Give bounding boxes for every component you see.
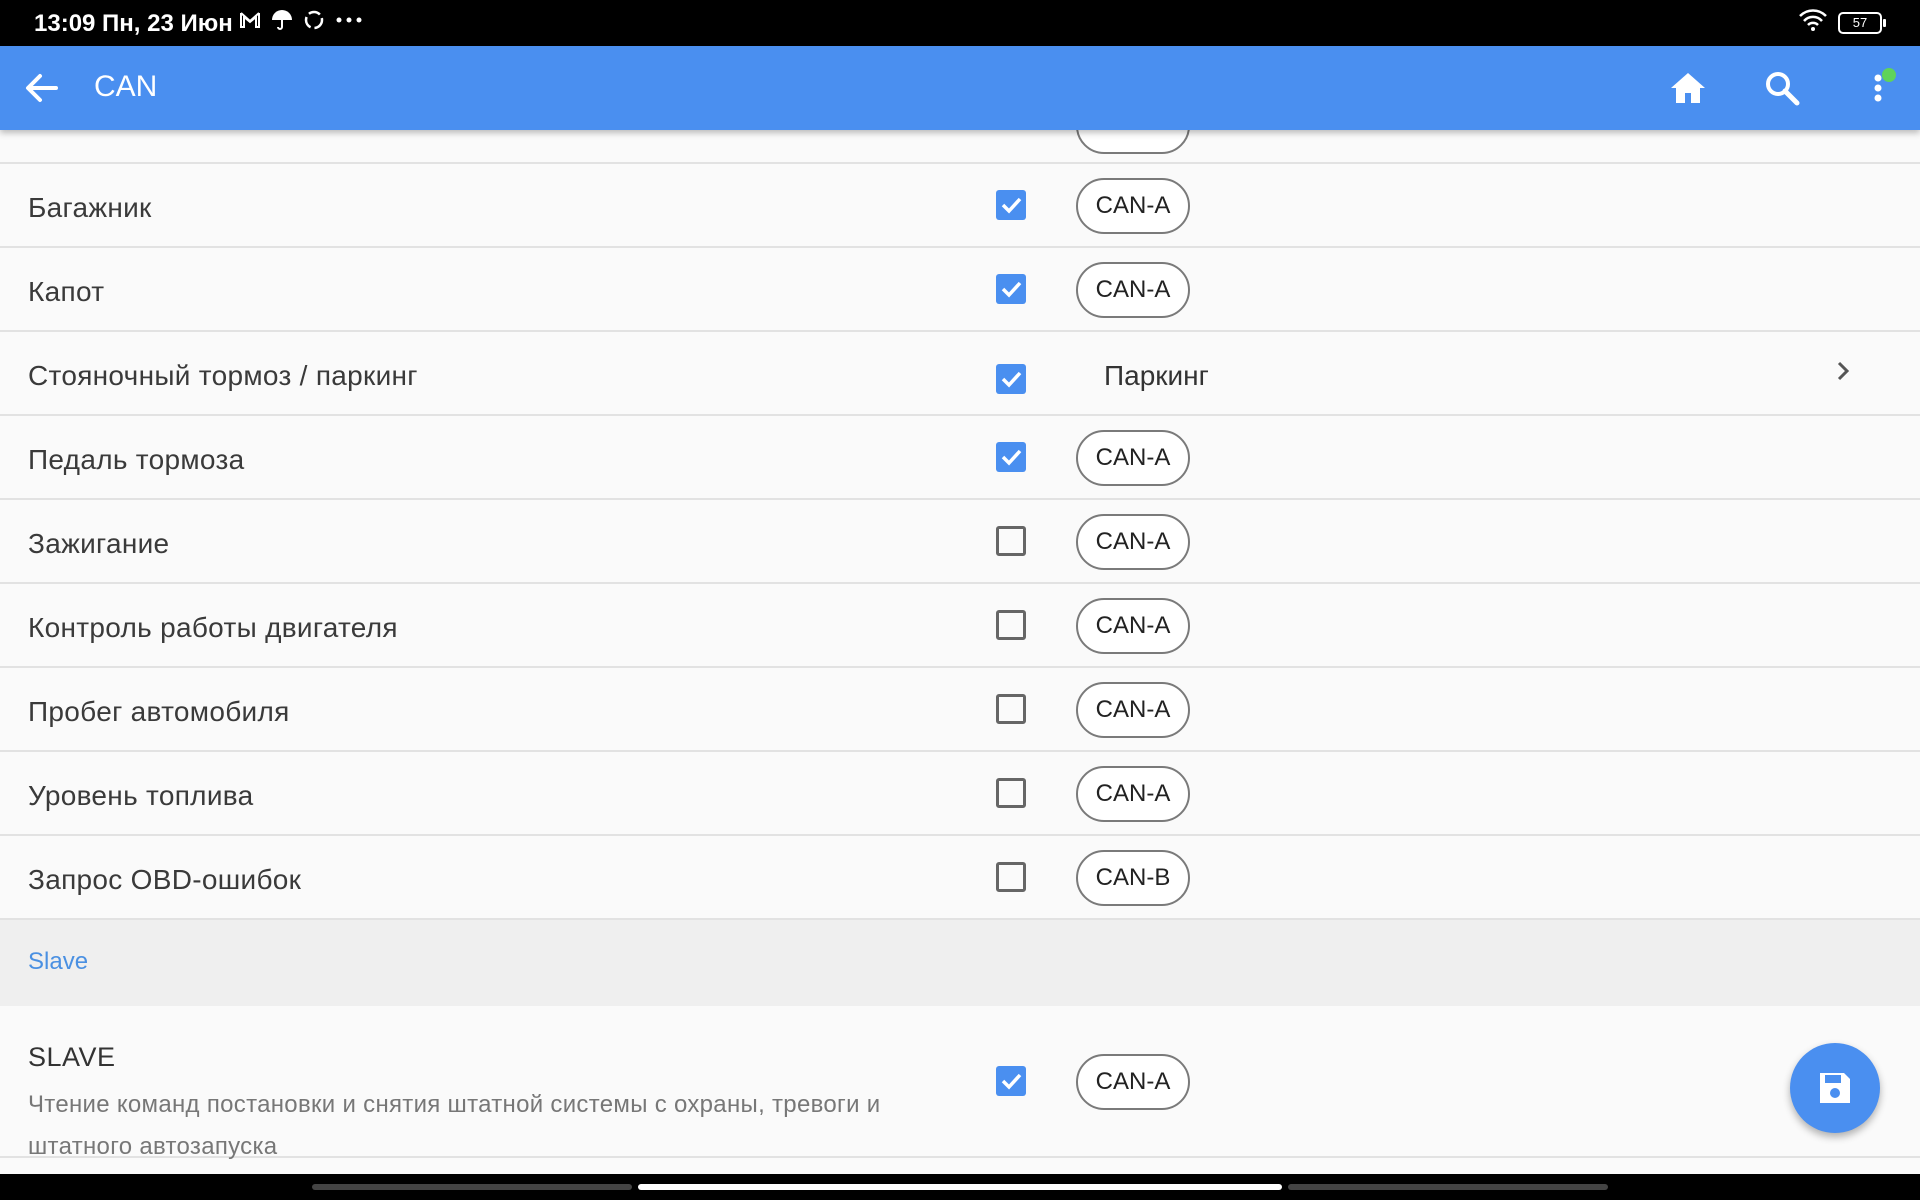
list-item-partial	[0, 130, 1920, 164]
status-icons	[238, 8, 364, 39]
parking-value: Паркинг	[1104, 360, 1209, 391]
item-label: Запрос OBD-ошибок	[28, 864, 302, 895]
slave-title: SLAVE	[28, 1042, 116, 1072]
item-label: Капот	[28, 276, 105, 307]
home-icon[interactable]	[1666, 66, 1710, 110]
item-checkbox[interactable]	[996, 778, 1026, 808]
system-nav-bar	[0, 1174, 1920, 1200]
can-chip[interactable]: CAN-A	[1076, 514, 1190, 570]
item-checkbox[interactable]	[996, 190, 1026, 220]
item-checkbox[interactable]	[996, 610, 1026, 640]
item-label: Стояночный тормоз / паркинг	[28, 360, 418, 391]
list-item[interactable]: Запрос OBD-ошибок CAN-B	[0, 836, 1920, 920]
item-checkbox[interactable]	[996, 526, 1026, 556]
list-item[interactable]: Стояночный тормоз / паркинг Паркинг	[0, 332, 1920, 416]
back-arrow-icon[interactable]	[20, 66, 64, 110]
save-button[interactable]	[1790, 1043, 1880, 1133]
page-title: CAN	[94, 70, 158, 103]
status-time: 13:09 Пн, 23 Июн	[34, 10, 233, 37]
can-chip[interactable]: CAN-A	[1076, 682, 1190, 738]
can-chip[interactable]: CAN-A	[1076, 598, 1190, 654]
list-item[interactable]: Педаль тормоза CAN-A	[0, 416, 1920, 500]
can-chip[interactable]: CAN-B	[1076, 850, 1190, 906]
slave-list-item[interactable]: SLAVE Чтение команд постановки и снятия …	[0, 1006, 1920, 1160]
status-bar: 13:09 Пн, 23 Июн 57	[0, 0, 1920, 46]
chevron-right-icon[interactable]	[1828, 356, 1858, 386]
wifi-icon	[1798, 8, 1828, 37]
can-chip[interactable]: CAN-A	[1076, 766, 1190, 822]
can-chip[interactable]: CAN-A	[1076, 178, 1190, 234]
can-chip[interactable]: CAN-A	[1076, 430, 1190, 486]
item-checkbox[interactable]	[996, 364, 1026, 394]
umbrella-icon	[270, 8, 294, 39]
can-chip[interactable]: CAN-A	[1076, 1054, 1190, 1110]
item-label: Контроль работы двигателя	[28, 612, 398, 643]
app-bar: CAN	[0, 46, 1920, 130]
list-item[interactable]: Уровень топлива CAN-A	[0, 752, 1920, 836]
list-item[interactable]: Багажник CAN-A	[0, 164, 1920, 248]
more-dots-icon	[334, 8, 364, 39]
item-checkbox[interactable]	[996, 862, 1026, 892]
notification-dot	[1882, 68, 1896, 82]
item-checkbox[interactable]	[996, 274, 1026, 304]
slave-description: Чтение команд постановки и снятия штатно…	[28, 1091, 881, 1160]
list-item[interactable]: Контроль работы двигателя CAN-A	[0, 584, 1920, 668]
gmail-icon	[238, 8, 262, 39]
list-item[interactable]: Зажигание CAN-A	[0, 500, 1920, 584]
item-label: Зажигание	[28, 528, 170, 559]
can-chip-partial[interactable]	[1076, 130, 1190, 154]
nav-home-handle[interactable]	[638, 1184, 1282, 1190]
item-checkbox[interactable]	[996, 694, 1026, 724]
battery-icon: 57	[1838, 11, 1886, 34]
list-item[interactable]: Пробег автомобиля CAN-A	[0, 668, 1920, 752]
can-chip[interactable]: CAN-A	[1076, 262, 1190, 318]
sync-icon	[302, 8, 326, 39]
item-label: Педаль тормоза	[28, 444, 245, 475]
section-label: Slave	[28, 948, 89, 975]
item-label: Пробег автомобиля	[28, 696, 290, 727]
item-label: Уровень топлива	[28, 780, 254, 811]
status-right: 57	[1798, 8, 1886, 37]
settings-list: Багажник CAN-A Капот CAN-A Стояночный то…	[0, 130, 1920, 1174]
list-item[interactable]: Капот CAN-A	[0, 248, 1920, 332]
nav-segment-left	[312, 1184, 632, 1190]
slave-checkbox[interactable]	[996, 1066, 1026, 1096]
item-checkbox[interactable]	[996, 442, 1026, 472]
section-header: Slave	[0, 920, 1920, 1006]
nav-segment-right	[1288, 1184, 1608, 1190]
item-label: Багажник	[28, 192, 152, 223]
search-icon[interactable]	[1760, 66, 1804, 110]
